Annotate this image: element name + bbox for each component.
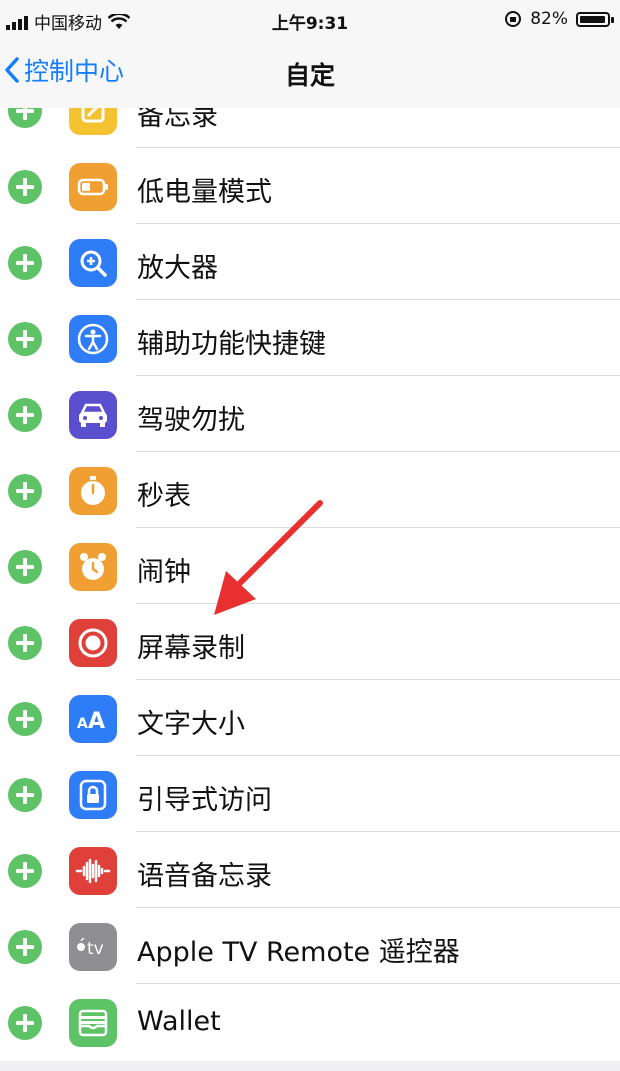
list-item[interactable]: Wallet: [0, 984, 620, 1060]
item-label: Wallet: [137, 1006, 221, 1037]
item-label: 备忘录: [137, 108, 218, 132]
notes-icon: [69, 108, 117, 135]
navigation-bar: 控制中心 自定: [0, 40, 620, 109]
item-label: 引导式访问: [137, 785, 272, 816]
list-item[interactable]: AA 文字大小: [0, 680, 620, 756]
magnifier-icon: [69, 239, 117, 287]
add-button[interactable]: [8, 1006, 42, 1040]
car-icon: [69, 391, 117, 439]
text-size-icon: AA: [69, 695, 117, 743]
list-item[interactable]: 引导式访问: [0, 756, 620, 832]
item-label: 闹钟: [137, 557, 191, 588]
add-button[interactable]: [8, 550, 42, 584]
apple-tv-icon: tv: [69, 923, 117, 971]
add-button[interactable]: [8, 626, 42, 660]
status-bar: 中国移动 上午9:31 82%: [0, 0, 620, 40]
battery-percent: 82%: [530, 9, 568, 29]
list-item[interactable]: 低电量模式: [0, 148, 620, 224]
add-button[interactable]: [8, 398, 42, 432]
add-button[interactable]: [8, 854, 42, 888]
item-label: Apple TV Remote 遥控器: [137, 937, 460, 968]
rotation-lock-icon: [505, 11, 522, 27]
add-button[interactable]: [8, 702, 42, 736]
guided-access-icon: [69, 771, 117, 819]
battery-icon: [576, 11, 614, 27]
list-item[interactable]: 语音备忘录: [0, 832, 620, 908]
item-label: 屏幕录制: [137, 633, 245, 664]
item-label: 驾驶勿扰: [137, 405, 245, 436]
alarm-icon: [69, 543, 117, 591]
list-footer: [0, 1061, 620, 1071]
list-item[interactable]: 辅助功能快捷键: [0, 300, 620, 376]
list-item[interactable]: 驾驶勿扰: [0, 376, 620, 452]
list-item[interactable]: 放大器: [0, 224, 620, 300]
add-button[interactable]: [8, 474, 42, 508]
item-label: 语音备忘录: [137, 861, 272, 892]
add-button[interactable]: [8, 170, 42, 204]
svg-text:A: A: [88, 709, 105, 732]
page-title: 自定: [284, 61, 335, 90]
add-button[interactable]: [8, 246, 42, 280]
add-button[interactable]: [8, 108, 42, 128]
svg-text:A: A: [77, 716, 88, 732]
item-label: 秒表: [137, 481, 191, 512]
item-label: 文字大小: [137, 709, 245, 740]
item-label: 低电量模式: [137, 177, 272, 208]
svg-text:tv: tv: [87, 939, 104, 959]
low-power-icon: [69, 163, 117, 211]
item-label: 放大器: [137, 253, 218, 284]
annotation-arrow-icon: [214, 500, 323, 615]
accessibility-icon: [69, 315, 117, 363]
stopwatch-icon: [69, 467, 117, 515]
list-item[interactable]: tv Apple TV Remote 遥控器: [0, 908, 620, 984]
add-button[interactable]: [8, 322, 42, 356]
wallet-icon: [69, 999, 117, 1047]
add-button[interactable]: [8, 778, 42, 812]
screen-record-icon: [69, 619, 117, 667]
list-item[interactable]: 备忘录: [0, 108, 620, 148]
voice-memo-icon: [69, 847, 117, 895]
item-label: 辅助功能快捷键: [137, 329, 326, 360]
status-right: 82%: [504, 9, 614, 29]
add-button[interactable]: [8, 930, 42, 964]
